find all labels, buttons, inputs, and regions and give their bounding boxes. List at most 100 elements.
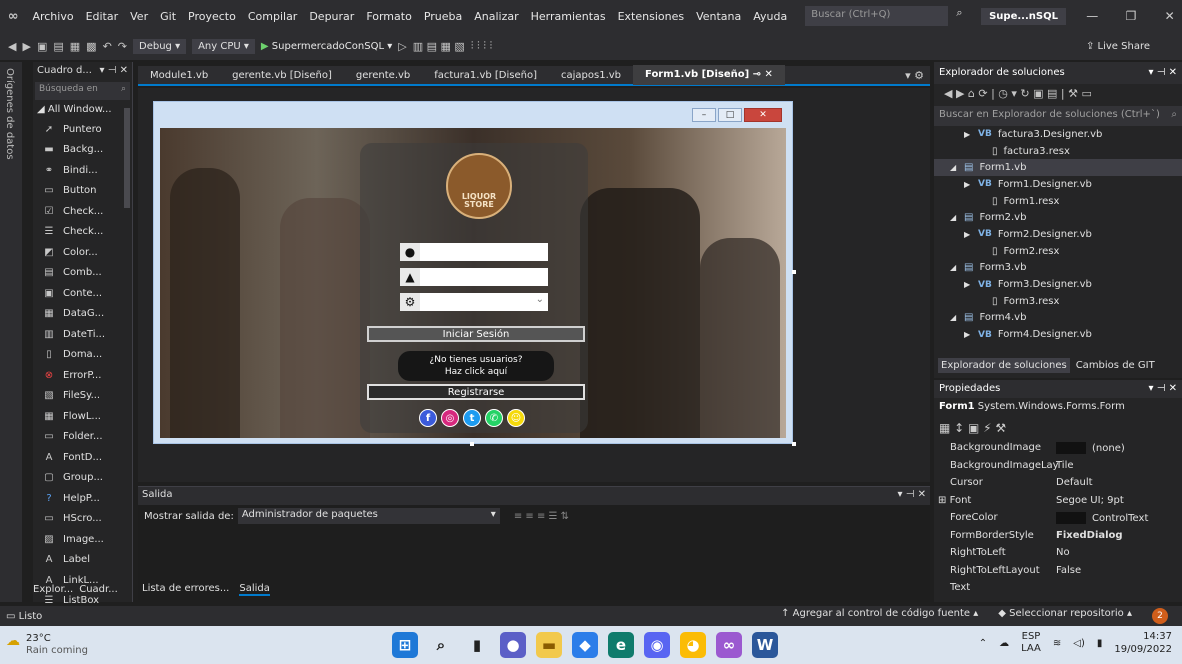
toolbox-item[interactable]: ▭ Folder...	[33, 427, 132, 448]
property-value[interactable]: Segoe UI; 9pt	[1052, 495, 1182, 513]
toolbox-item[interactable]: ▦ DataG...	[33, 304, 132, 325]
output-text[interactable]	[138, 527, 930, 571]
menu-item-ayuda[interactable]: Ayuda	[747, 10, 793, 23]
tab-settings-icon[interactable]: ▾ ⚙	[905, 69, 930, 82]
toolbox-item[interactable]: ☰ Check...	[33, 222, 132, 243]
menu-item-proyecto[interactable]: Proyecto	[182, 10, 242, 23]
properties-object-select[interactable]: Form1 System.Windows.Forms.Form	[934, 398, 1182, 418]
property-value[interactable]: (none)	[1052, 442, 1182, 460]
windows-start-icon[interactable]: ⊞	[392, 632, 418, 658]
tray-chevron-icon[interactable]: ⌃	[979, 638, 987, 649]
toolbox-item[interactable]: ▣ Conte...	[33, 283, 132, 304]
register-button[interactable]: Registrarse	[367, 384, 585, 400]
toolbox-item[interactable]: ◩ Color...	[33, 242, 132, 263]
whatsapp-icon[interactable]: ✆	[485, 409, 503, 427]
live-share-button[interactable]: ⇪ Live Share	[1086, 41, 1150, 52]
property-row[interactable]: Text	[934, 582, 1182, 600]
login-button[interactable]: Iniciar Sesión	[367, 326, 585, 342]
expand-icon[interactable]: ▶	[964, 280, 972, 289]
solution-tab[interactable]: Explorador de soluciones	[938, 357, 1070, 373]
property-row[interactable]: Cursor Default	[934, 477, 1182, 495]
menu-item-depurar[interactable]: Depurar	[303, 10, 360, 23]
configuration-select[interactable]: Debug ▾	[133, 38, 187, 54]
output-tools-icon[interactable]: ≡ ≡ ≡ ☰ ⇅	[514, 511, 569, 522]
username-input[interactable]	[420, 243, 548, 261]
property-value[interactable]: FixedDialog	[1052, 530, 1182, 548]
solution-tree-item[interactable]: ▶ VB factura3.Designer.vb	[934, 126, 1182, 143]
visual-studio-icon[interactable]: ∞	[716, 632, 742, 658]
expand-icon[interactable]: ⊞	[938, 495, 950, 506]
expand-icon[interactable]: ◢	[950, 163, 958, 172]
edge-icon[interactable]: e	[608, 632, 634, 658]
property-value[interactable]: ControlText	[1052, 512, 1182, 530]
property-row[interactable]: ForeColor ControlText	[934, 512, 1182, 530]
close-tab-icon[interactable]: ⊸ ✕	[749, 69, 773, 80]
toolbox-bottom-tab[interactable]: Explor...	[33, 584, 73, 595]
toolbox-item[interactable]: ▢ Group...	[33, 468, 132, 489]
expand-icon[interactable]: ◢	[950, 213, 958, 222]
toolbox-scrollbar[interactable]	[124, 108, 130, 208]
store-icon[interactable]: ◆	[572, 632, 598, 658]
form-minimize-icon[interactable]: –	[692, 108, 716, 122]
properties-toolbar[interactable]: ▦ ↕ ▣ ⚡ ⚒	[934, 418, 1182, 442]
menu-item-editar[interactable]: Editar	[80, 10, 125, 23]
add-source-control-button[interactable]: ↑ Agregar al control de código fuente ▴	[781, 608, 978, 624]
toolbox-item[interactable]: ▥ DateTi...	[33, 324, 132, 345]
property-row[interactable]: FormBorderStyle FixedDialog	[934, 530, 1182, 548]
align-tools-icon[interactable]: ⫶ ⫶ ⫶ ⫶	[471, 39, 493, 53]
new-project-icon[interactable]: ▣	[37, 40, 47, 53]
editor-tab[interactable]: factura1.vb [Diseño]	[422, 70, 549, 81]
cloud-icon[interactable]: ☁	[999, 638, 1009, 649]
wifi-icon[interactable]: ≋	[1053, 638, 1061, 649]
file-explorer-icon[interactable]: ▬	[536, 632, 562, 658]
editor-tab[interactable]: cajapos1.vb	[549, 70, 633, 81]
toolbox-item[interactable]: ▦ FlowL...	[33, 406, 132, 427]
run-without-debug-icon[interactable]: ▷	[398, 40, 406, 53]
editor-tab[interactable]: Module1.vb	[138, 70, 220, 81]
layout-tools-icon[interactable]: ▥ ▤ ▦ ▧	[413, 40, 465, 53]
solution-tree-item[interactable]: ▶ VB Form4.Designer.vb	[934, 326, 1182, 343]
solution-tree-item[interactable]: ▶ VB Form2.Designer.vb	[934, 226, 1182, 243]
menu-item-extensiones[interactable]: Extensiones	[612, 10, 691, 23]
save-icon[interactable]: ▦	[70, 40, 80, 53]
solution-explorer-toolbar[interactable]: ◀ ▶ ⌂ ⟳ | ◷ ▾ ↻ ▣ ▤ | ⚒ ▭	[934, 84, 1182, 106]
menu-item-archivo[interactable]: Archivo	[26, 10, 79, 23]
form-window[interactable]: – □ ✕ LIQUOR STORE ● ▲ ⚙ ⌄ Iniciar Sesión…	[153, 101, 796, 446]
form-maximize-icon[interactable]: □	[718, 108, 742, 122]
menu-item-ventana[interactable]: Ventana	[690, 10, 747, 23]
property-value[interactable]: No	[1052, 547, 1182, 565]
password-input[interactable]	[420, 268, 548, 286]
teams-chat-icon[interactable]: ●	[500, 632, 526, 658]
clock[interactable]: 14:37 19/09/2022	[1114, 630, 1172, 656]
expand-icon[interactable]: ◢	[950, 263, 958, 272]
pane-controls-icon[interactable]: ▾ ⊣ ✕	[898, 489, 926, 503]
resize-handle[interactable]	[470, 442, 474, 446]
instagram-icon[interactable]: ◎	[441, 409, 459, 427]
redo-icon[interactable]: ↷	[118, 40, 127, 53]
menu-item-git[interactable]: Git	[154, 10, 182, 23]
notifications-badge[interactable]: 2	[1152, 608, 1168, 624]
no-account-link[interactable]: ¿No tienes usuarios? Haz click aquí	[398, 351, 554, 381]
output-source-select[interactable]: Administrador de paquetes ▾	[237, 508, 500, 524]
solution-tree-item[interactable]: ◢ ▤ Form2.vb	[934, 209, 1182, 226]
restore-icon[interactable]: ❐	[1119, 9, 1144, 23]
solution-name[interactable]: Supe...nSQL	[981, 7, 1066, 25]
solution-tree-item[interactable]: ◢ ▤ Form4.vb	[934, 310, 1182, 327]
snapchat-icon[interactable]: ☺	[507, 409, 525, 427]
platform-select[interactable]: Any CPU ▾	[192, 38, 255, 54]
property-value[interactable]: Default	[1052, 477, 1182, 495]
property-value[interactable]: Tile	[1052, 460, 1182, 478]
language-indicator[interactable]: ESP LAA	[1021, 631, 1041, 655]
battery-icon[interactable]: ▮	[1097, 638, 1103, 649]
solution-tree-item[interactable]: ▯ factura3.resx	[934, 143, 1182, 160]
role-select[interactable]: ⌄	[420, 293, 548, 311]
toolbox-item[interactable]: A Label	[33, 550, 132, 571]
expand-icon[interactable]: ◢	[950, 313, 958, 322]
search-icon[interactable]: ⌕	[950, 6, 969, 26]
toolbox-item[interactable]: ▨ Image...	[33, 529, 132, 550]
visual-studio-logo-icon[interactable]: ∞	[0, 0, 26, 32]
editor-tab[interactable]: gerente.vb [Diseño]	[220, 70, 344, 81]
property-value[interactable]	[1052, 582, 1182, 600]
menu-item-prueba[interactable]: Prueba	[418, 10, 468, 23]
twitter-icon[interactable]: t	[463, 409, 481, 427]
